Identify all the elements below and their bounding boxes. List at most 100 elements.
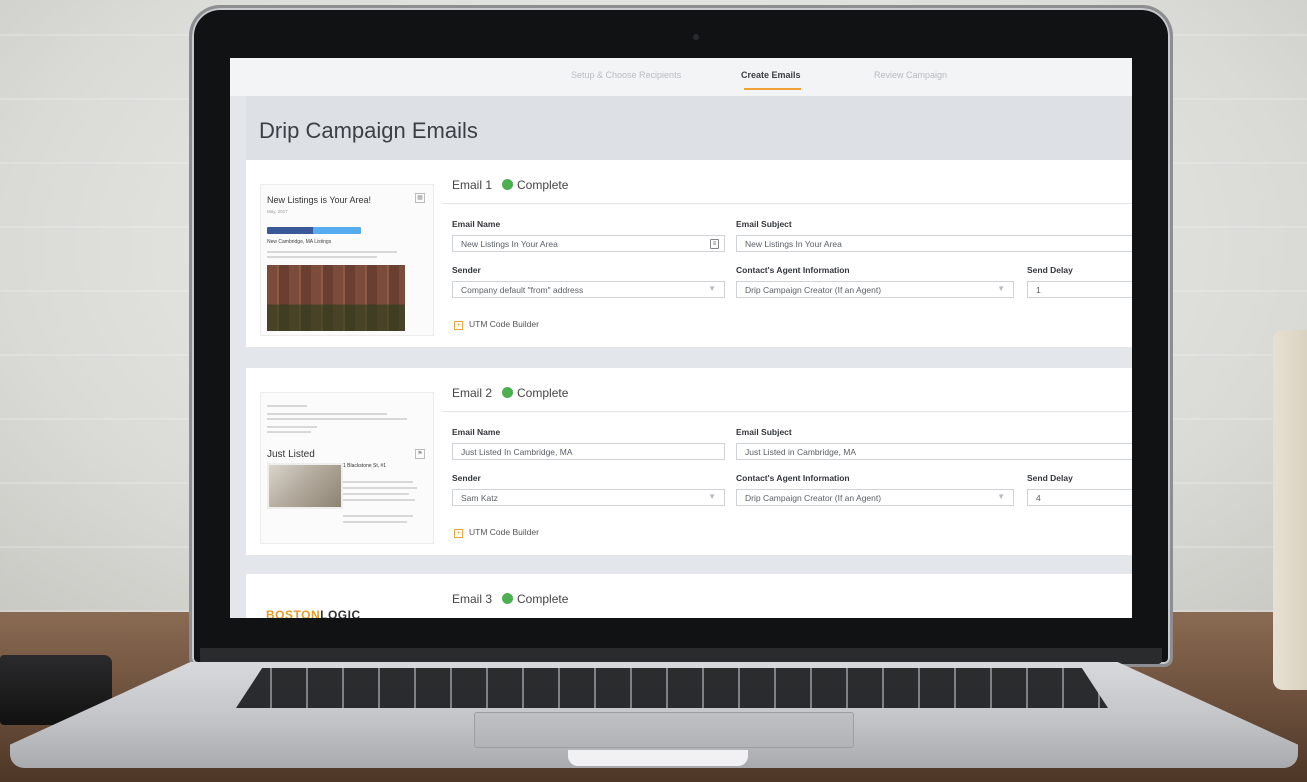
email-name-input[interactable]: New Listings In Your Area ≡ [452, 235, 725, 252]
preview-text-line [343, 499, 415, 501]
preview-text-line [267, 431, 311, 433]
email-preview-3[interactable]: BOSTONLOGIC [260, 586, 432, 618]
email-title: Email 1 [452, 178, 493, 192]
company-logo: BOSTONLOGIC [266, 608, 361, 618]
chevron-down-icon: ▼ [708, 492, 716, 501]
utm-label: UTM Code Builder [469, 527, 539, 537]
share-facebook-icon [267, 227, 315, 234]
chevron-down-icon: ▼ [997, 492, 1005, 501]
email-form-2: Email 2 Complete Email Name Just Listed I… [442, 368, 1132, 555]
sender-label: Sender [452, 473, 481, 483]
laptop-hinge [200, 648, 1162, 664]
email-subject-input[interactable]: Just Listed in Cambridge, MA [736, 443, 1132, 460]
preview-text-line [343, 493, 409, 495]
plus-square-icon: + [454, 321, 463, 330]
utm-code-builder-link[interactable]: + UTM Code Builder [454, 319, 539, 330]
email-heading: Email 3 Complete [452, 592, 568, 606]
email-subject-label: Email Subject [736, 219, 792, 229]
preview-kitchen-image [267, 463, 343, 509]
complete-status-icon [502, 593, 514, 604]
preview-address: 1 Blackstone St, #1 [343, 463, 387, 469]
email-name-value: Just Listed In Cambridge, MA [461, 447, 573, 457]
preview-text-line [343, 515, 413, 517]
preview-subheading: New Cambridge, MA Listings [267, 239, 332, 245]
email-subject-label: Email Subject [736, 427, 792, 437]
preview-date: May, 2017 [267, 209, 288, 214]
email-card-3: BOSTONLOGIC Email 3 Complete [246, 574, 1132, 618]
agent-info-select[interactable]: Drip Campaign Creator (If an Agent) ▼ [736, 281, 1014, 298]
chevron-down-icon: ▼ [708, 284, 716, 293]
sender-value: Company default "from" address [461, 285, 584, 295]
preview-text-line [267, 256, 377, 258]
mug [1273, 330, 1307, 690]
chevron-down-icon: ▼ [997, 284, 1005, 293]
send-delay-select[interactable]: 4 [1027, 489, 1132, 506]
preview-text-line [267, 251, 397, 253]
email-subject-input[interactable]: New Listings In Your Area [736, 235, 1132, 252]
step-review[interactable]: Review Campaign [874, 70, 947, 80]
email-title: Email 2 [452, 386, 493, 400]
send-delay-label: Send Delay [1027, 473, 1073, 483]
status-label: Complete [517, 592, 569, 606]
email-heading: Email 1 Complete [452, 178, 568, 192]
complete-status-icon [502, 179, 514, 190]
step-navigation: Setup & Choose Recipients Create Emails … [230, 58, 1132, 96]
divider [442, 411, 1132, 412]
preview-title: Just Listed [267, 449, 315, 460]
agent-info-value: Drip Campaign Creator (If an Agent) [745, 493, 882, 503]
email-card-1: New Listings is Your Area! ▦ May, 2017 N… [246, 160, 1132, 347]
preview-text-line [267, 405, 307, 407]
preview-text-line [267, 418, 407, 420]
calendar-icon: ▦ [415, 193, 425, 203]
title-bar: Drip Campaign Emails [246, 96, 1132, 160]
keyboard [236, 668, 1108, 708]
share-twitter-icon [313, 227, 361, 234]
email-preview-2[interactable]: Just Listed ⚑ 1 Blackstone St, #1 [260, 392, 434, 544]
email-heading: Email 2 Complete [452, 386, 568, 400]
email-card-2: Just Listed ⚑ 1 Blackstone St, #1 Email … [246, 368, 1132, 555]
email-title: Email 3 [452, 592, 493, 606]
agent-info-label: Contact's Agent Information [736, 473, 850, 483]
email-name-label: Email Name [452, 219, 501, 229]
send-delay-select[interactable]: 1 [1027, 281, 1132, 298]
email-subject-value: Just Listed in Cambridge, MA [745, 447, 857, 457]
preview-text-line [343, 521, 407, 523]
sender-select[interactable]: Company default "from" address ▼ [452, 281, 725, 298]
trackpad [474, 712, 854, 748]
agent-info-label: Contact's Agent Information [736, 265, 850, 275]
plus-square-icon: + [454, 529, 463, 538]
preview-text-line [343, 487, 417, 489]
sender-label: Sender [452, 265, 481, 275]
email-subject-value: New Listings In Your Area [745, 239, 842, 249]
sender-select[interactable]: Sam Katz ▼ [452, 489, 725, 506]
email-name-value: New Listings In Your Area [461, 239, 558, 249]
email-form-1: Email 1 Complete Email Name New Listings … [442, 160, 1132, 347]
edit-icon[interactable]: ≡ [710, 239, 719, 249]
status-label: Complete [517, 386, 569, 400]
utm-label: UTM Code Builder [469, 319, 539, 329]
utm-code-builder-link[interactable]: + UTM Code Builder [454, 527, 539, 538]
preview-text-line [267, 413, 387, 415]
send-delay-label: Send Delay [1027, 265, 1073, 275]
status-label: Complete [517, 178, 569, 192]
page-title: Drip Campaign Emails [259, 118, 478, 143]
flag-icon: ⚑ [415, 449, 425, 459]
email-name-input[interactable]: Just Listed In Cambridge, MA [452, 443, 725, 460]
preview-title: New Listings is Your Area! [267, 195, 372, 205]
send-delay-value: 1 [1036, 285, 1041, 295]
email-form-3: Email 3 Complete [442, 574, 1132, 618]
email-name-label: Email Name [452, 427, 501, 437]
camera [693, 34, 699, 40]
complete-status-icon [502, 387, 514, 398]
preview-text-line [343, 481, 413, 483]
preview-house-image [267, 265, 405, 331]
agent-info-select[interactable]: Drip Campaign Creator (If an Agent) ▼ [736, 489, 1014, 506]
preview-text-line [267, 426, 317, 428]
divider [442, 203, 1132, 204]
step-create-emails[interactable]: Create Emails [741, 70, 801, 80]
send-delay-value: 4 [1036, 493, 1041, 503]
email-preview-1[interactable]: New Listings is Your Area! ▦ May, 2017 N… [260, 184, 434, 336]
agent-info-value: Drip Campaign Creator (If an Agent) [745, 285, 882, 295]
sender-value: Sam Katz [461, 493, 498, 503]
step-setup[interactable]: Setup & Choose Recipients [571, 70, 681, 80]
